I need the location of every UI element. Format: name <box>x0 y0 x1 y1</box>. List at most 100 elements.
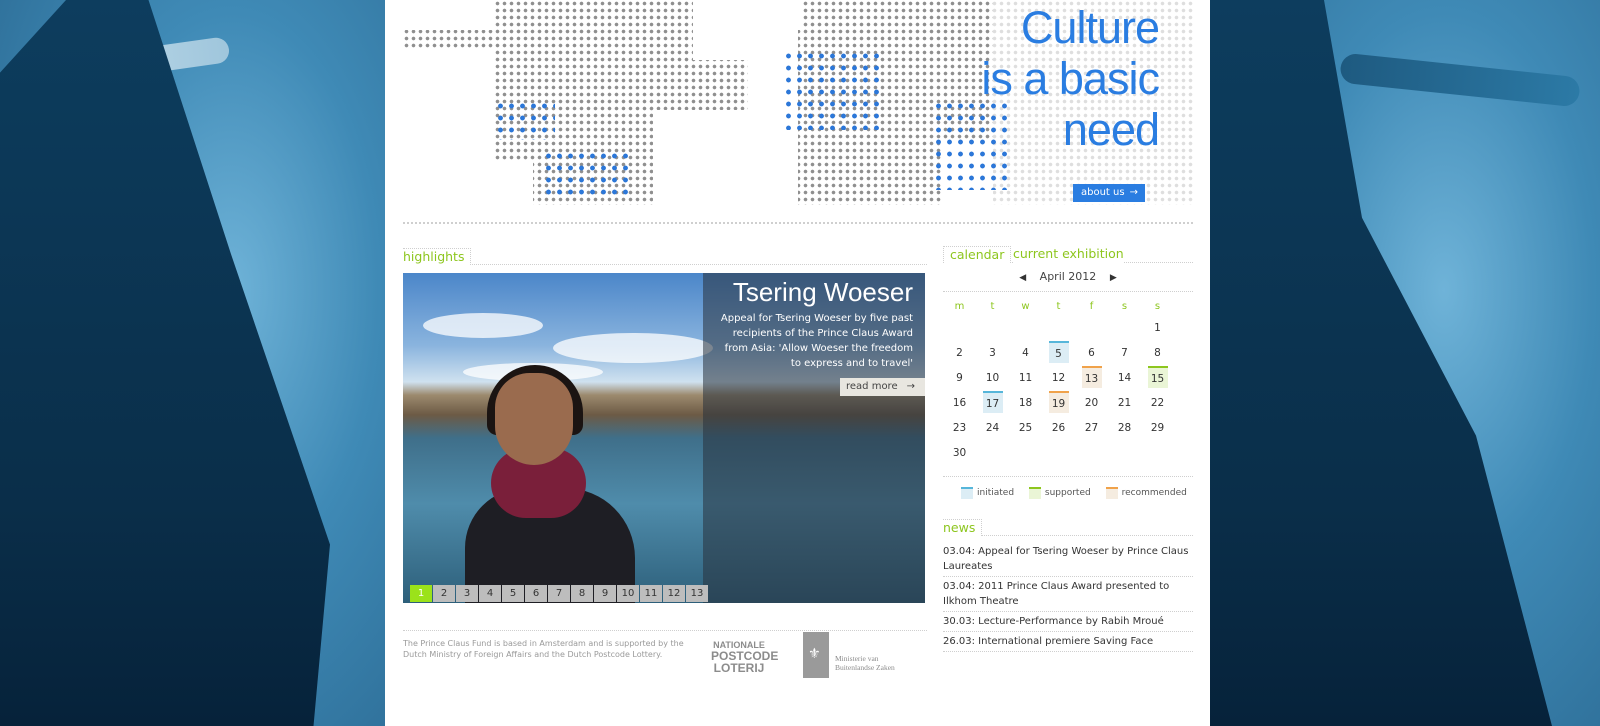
header: Culture is a basic need about us → <box>403 0 1193 222</box>
news-item[interactable]: 30.03: Lecture-Performance by Rabih Mrou… <box>943 612 1193 632</box>
weekday-label: m <box>954 301 965 312</box>
ministry-line: Buitenlandse Zaken <box>835 663 895 672</box>
calendar-empty-cell <box>1042 441 1075 466</box>
dancer-arm-right <box>1339 52 1581 108</box>
calendar-day[interactable]: 18 <box>1009 391 1042 416</box>
slide-caption-overlay: Tsering Woeser Appeal for Tsering Woeser… <box>703 273 925 603</box>
map-ocean <box>403 0 493 30</box>
calendar-day[interactable]: 28 <box>1108 416 1141 441</box>
calendar-tabs: calendar current exhibition <box>943 242 1193 263</box>
pager-page-6[interactable]: 6 <box>525 585 547 602</box>
calendar-day-number: 17 <box>982 391 1003 413</box>
calendar-week: 30 <box>943 441 1193 466</box>
pager-page-2[interactable]: 2 <box>433 585 455 602</box>
news-item[interactable]: 03.04: 2011 Prince Claus Award presented… <box>943 577 1193 612</box>
calendar-day[interactable]: 2 <box>943 341 976 366</box>
calendar-day[interactable]: 16 <box>943 391 976 416</box>
calendar-day[interactable]: 23 <box>943 416 976 441</box>
calendar-day[interactable]: 14 <box>1108 366 1141 391</box>
arrow-right-icon: → <box>906 381 915 392</box>
calendar-day[interactable]: 1 <box>1141 316 1174 341</box>
calendar-day[interactable]: 8 <box>1141 341 1174 366</box>
pager-page-3[interactable]: 3 <box>456 585 478 602</box>
calendar-day[interactable]: 7 <box>1108 341 1141 366</box>
ministry-crest-icon <box>803 632 829 678</box>
pager-page-11[interactable]: 11 <box>640 585 662 602</box>
calendar-day[interactable]: 5 <box>1042 341 1075 366</box>
calendar-day-number: 18 <box>1018 397 1033 409</box>
legend-label: supported <box>1044 488 1091 498</box>
calendar-day[interactable]: 22 <box>1141 391 1174 416</box>
calendar-day[interactable]: 17 <box>976 391 1009 416</box>
pager-page-13[interactable]: 13 <box>686 585 708 602</box>
calendar-empty-cell <box>1108 316 1141 341</box>
pager-page-10[interactable]: 10 <box>617 585 639 602</box>
read-more-button[interactable]: read more → <box>840 378 925 396</box>
next-month-icon[interactable]: ▶ <box>1100 273 1127 283</box>
legend-label: recommended <box>1121 488 1187 498</box>
calendar-day-number: 1 <box>1154 322 1161 334</box>
calendar-day-number: 7 <box>1121 347 1128 359</box>
calendar-day-number: 22 <box>1150 397 1165 409</box>
calendar-empty-cell <box>1075 316 1108 341</box>
cloud <box>423 313 543 338</box>
calendar-day[interactable]: 10 <box>976 366 1009 391</box>
pager-page-4[interactable]: 4 <box>479 585 501 602</box>
postcode-loterij-logo[interactable]: NATIONALE POSTCODE LOTERIJ <box>711 640 778 674</box>
calendar-day[interactable]: 24 <box>976 416 1009 441</box>
pager-page-9[interactable]: 9 <box>594 585 616 602</box>
calendar-day-number: 21 <box>1117 397 1132 409</box>
pager-page-1[interactable]: 1 <box>410 585 432 602</box>
tab-calendar[interactable]: calendar <box>943 246 1012 263</box>
calendar-day-number: 25 <box>1018 422 1033 434</box>
ministry-logo[interactable]: Ministerie van Buitenlandse Zaken <box>803 632 923 680</box>
calendar-day[interactable]: 26 <box>1042 416 1075 441</box>
highlights-label: highlights <box>403 248 472 265</box>
calendar-day[interactable]: 29 <box>1141 416 1174 441</box>
calendar-empty-cell <box>943 316 976 341</box>
legend-swatch-supported <box>1028 487 1041 499</box>
pager-page-7[interactable]: 7 <box>548 585 570 602</box>
calendar-day[interactable]: 20 <box>1075 391 1108 416</box>
calendar-day[interactable]: 9 <box>943 366 976 391</box>
news-item[interactable]: 03.04: Appeal for Tsering Woeser by Prin… <box>943 542 1193 577</box>
calendar-day-number: 28 <box>1117 422 1132 434</box>
calendar-day[interactable]: 21 <box>1108 391 1141 416</box>
about-us-button[interactable]: about us → <box>1073 184 1145 202</box>
calendar-day[interactable]: 13 <box>1075 366 1108 391</box>
tagline-line: Culture <box>1020 2 1160 53</box>
pager-page-12[interactable]: 12 <box>663 585 685 602</box>
calendar-day-number: 8 <box>1154 347 1161 359</box>
calendar-day[interactable]: 11 <box>1009 366 1042 391</box>
sidebar: calendar current exhibition ◀ April 2012… <box>943 242 1193 652</box>
calendar-day-number: 20 <box>1084 397 1099 409</box>
calendar-day[interactable]: 27 <box>1075 416 1108 441</box>
news-header: news <box>943 515 1193 536</box>
calendar-day[interactable]: 4 <box>1009 341 1042 366</box>
slide-description: Appeal for Tsering Woeser by five past r… <box>720 313 913 369</box>
arrow-right-icon: → <box>1129 187 1138 198</box>
calendar-day[interactable]: 3 <box>976 341 1009 366</box>
calendar-day-number: 5 <box>1048 341 1069 363</box>
calendar-day[interactable]: 19 <box>1042 391 1075 416</box>
highlight-slide[interactable]: Tsering Woeser Appeal for Tsering Woeser… <box>403 273 925 603</box>
read-more-label: read more <box>846 381 898 392</box>
tagline-line: need <box>1062 104 1160 155</box>
calendar-day[interactable]: 6 <box>1075 341 1108 366</box>
month-navigation: ◀ April 2012 ▶ <box>943 263 1193 292</box>
ministry-text: Ministerie van Buitenlandse Zaken <box>835 654 895 672</box>
tab-current-exhibition[interactable]: current exhibition <box>1013 246 1124 263</box>
news-list: 03.04: Appeal for Tsering Woeser by Prin… <box>943 542 1193 652</box>
calendar-day[interactable]: 15 <box>1141 366 1174 391</box>
prev-month-icon[interactable]: ◀ <box>1009 273 1036 283</box>
calendar-day[interactable]: 12 <box>1042 366 1075 391</box>
pager-page-5[interactable]: 5 <box>502 585 524 602</box>
calendar-empty-cell <box>1042 316 1075 341</box>
calendar-day-number: 26 <box>1051 422 1066 434</box>
calendar-day[interactable]: 25 <box>1009 416 1042 441</box>
news-item[interactable]: 26.03: International premiere Saving Fac… <box>943 632 1193 652</box>
map-ocean <box>653 110 748 205</box>
calendar-day[interactable]: 30 <box>943 441 976 466</box>
pager-page-8[interactable]: 8 <box>571 585 593 602</box>
calendar-grid: m t w t f s s 1 2 3 4 5 6 7 8 9 10 11 12 13 14 15 16 17 18 19 20 21… <box>943 298 1193 466</box>
